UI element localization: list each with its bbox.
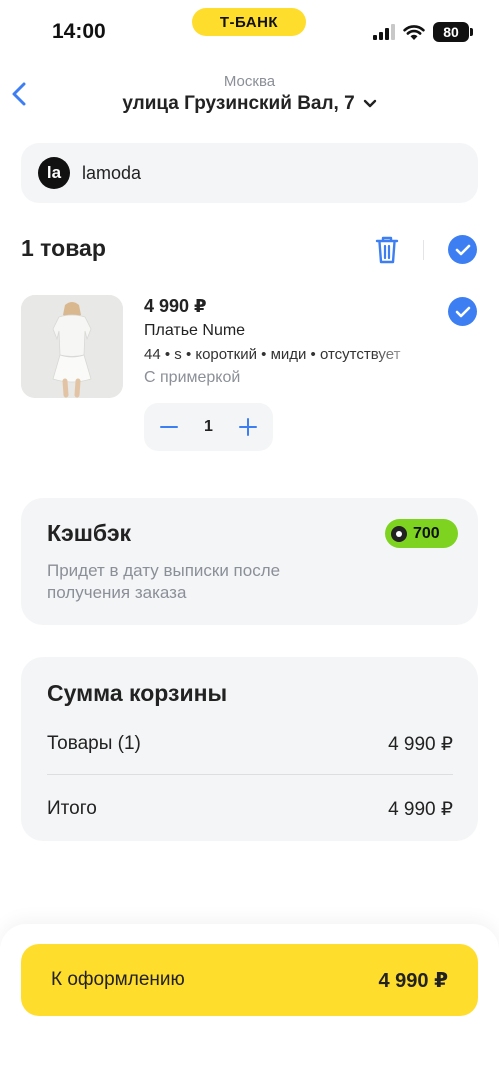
battery-icon: 80: [433, 22, 473, 42]
quantity-value: 1: [204, 418, 213, 435]
signal-icon: [373, 24, 395, 40]
chevron-down-icon: [363, 99, 376, 108]
address-label: улица Грузинский Вал, 7: [122, 93, 355, 114]
product-name[interactable]: Платье Nume: [144, 322, 245, 340]
summary-title: Сумма корзины: [47, 680, 228, 706]
checkout-total: 4 990 ₽: [378, 969, 448, 992]
cashback-description: Придет в дату выписки после получения за…: [47, 561, 281, 602]
battery-level: 80: [443, 24, 459, 40]
status-bar: 14:00 Т-БАНК 80: [0, 0, 499, 64]
goods-label: Товары (1): [47, 733, 141, 754]
plus-button[interactable]: [239, 418, 257, 436]
cashback-amount: 700: [413, 524, 440, 542]
minus-button[interactable]: [160, 418, 178, 436]
total-value: 4 990 ₽: [388, 799, 453, 820]
status-time: 14:00: [52, 20, 106, 43]
checkout-button[interactable]: К оформлению 4 990 ₽: [21, 944, 478, 1016]
select-all-checkbox[interactable]: [448, 235, 477, 264]
divider: [423, 240, 424, 260]
bank-pill[interactable]: Т-БАНК: [192, 8, 306, 36]
summary-total-row: Итого 4 990 ₽: [47, 798, 453, 821]
seller-logo: la: [38, 157, 70, 189]
trash-icon[interactable]: [374, 234, 400, 266]
cart-summary: Сумма корзины Товары (1) 4 990 ₽ Итого 4…: [21, 657, 478, 841]
items-count-title: 1 товар: [21, 235, 106, 261]
city-label: Москва: [223, 73, 276, 90]
wifi-icon: [403, 24, 425, 40]
status-icons: 80: [373, 22, 473, 42]
coin-icon: [391, 525, 407, 542]
product-price: 4 990 ₽: [144, 296, 207, 316]
quantity-stepper: 1: [144, 403, 273, 451]
cashback-title: Кэшбэк: [47, 520, 132, 546]
product-params: 44 • s • короткий • миди • отсутствует: [144, 346, 401, 363]
dress-photo: [21, 295, 123, 398]
seller-card[interactable]: la lamoda: [21, 143, 478, 203]
checkout-label: К оформлению: [51, 969, 185, 990]
product-image[interactable]: [21, 295, 123, 398]
cashback-card: Кэшбэк 700 Придет в дату выписки после п…: [21, 498, 478, 625]
check-icon: [455, 244, 470, 255]
summary-goods-row: Товары (1) 4 990 ₽: [47, 733, 453, 756]
goods-value: 4 990 ₽: [388, 734, 453, 755]
seller-name: lamoda: [82, 162, 142, 183]
total-label: Итого: [47, 798, 97, 819]
address-selector[interactable]: улица Грузинский Вал, 7: [0, 93, 499, 115]
fitting-label: С примеркой: [144, 369, 241, 386]
summary-divider: [47, 774, 453, 775]
item-checkbox[interactable]: [448, 297, 477, 326]
cashback-badge: 700: [385, 519, 458, 548]
check-icon: [455, 306, 470, 317]
